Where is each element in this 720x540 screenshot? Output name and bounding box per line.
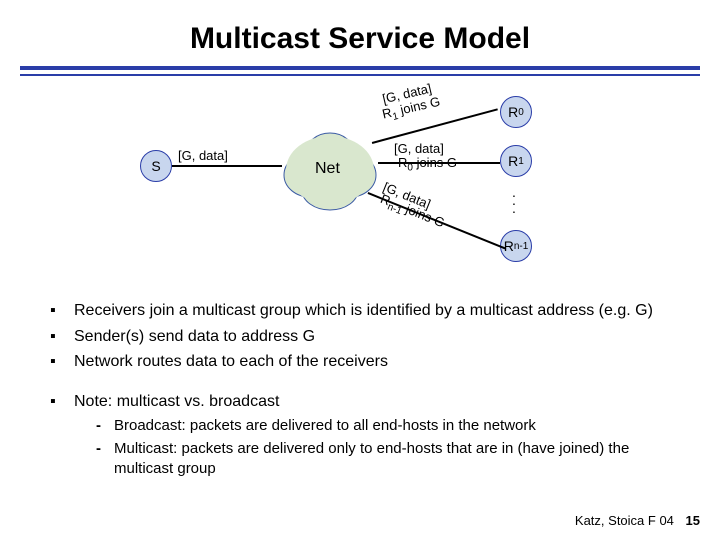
edge-s-net: [172, 165, 282, 167]
edge-net-r1-label-b: R0 joins G: [398, 155, 457, 174]
bullet-1: ▪Receivers join a multicast group which …: [50, 300, 680, 322]
receiver-node-1: R1: [500, 145, 532, 177]
bullet-marker: ▪: [50, 326, 74, 348]
edge-r1-b-post: joins G: [413, 155, 457, 170]
page-number: 15: [686, 513, 700, 528]
edge-net-r1-label-a: [G, data]: [394, 141, 444, 156]
receiver-node-n-sub: n-1: [514, 241, 528, 252]
footer-text: Katz, Stoica F 04: [575, 513, 674, 528]
footer: Katz, Stoica F 04 15: [0, 513, 700, 528]
bullet-marker: ▪: [50, 391, 74, 413]
spacer: [50, 377, 680, 391]
edge-s-net-label: [G, data]: [178, 148, 228, 163]
sub-bullet-2-text: Multicast: packets are delivered only to…: [114, 439, 680, 480]
sub-bullet-2: -Multicast: packets are delivered only t…: [96, 439, 680, 480]
bullet-2-text: Sender(s) send data to address G: [74, 326, 315, 348]
bullet-4: ▪Note: multicast vs. broadcast: [50, 391, 680, 413]
edge-r1-b-pre: R: [398, 155, 407, 170]
source-node: S: [140, 150, 172, 182]
diagram: Net S R0 R1 ... Rn-1 [G, data] [G, data]…: [120, 100, 600, 280]
receiver-node-1-base: R: [508, 153, 518, 169]
vertical-ellipsis: ...: [512, 188, 516, 212]
divider-thin: [20, 74, 700, 76]
receiver-node-1-sub: 1: [518, 156, 524, 167]
bullet-marker: ▪: [50, 351, 74, 373]
bullet-3-text: Network routes data to each of the recei…: [74, 351, 388, 373]
receiver-node-0-base: R: [508, 104, 518, 120]
bullet-marker: ▪: [50, 300, 74, 322]
divider-thick: [20, 66, 700, 70]
receiver-node-n: Rn-1: [500, 230, 532, 262]
source-node-label: S: [151, 158, 160, 174]
sub-bullet-marker: -: [96, 439, 114, 480]
bullet-1-text: Receivers join a multicast group which i…: [74, 300, 653, 322]
page-title: Multicast Service Model: [0, 22, 720, 56]
sub-bullet-1: -Broadcast: packets are delivered to all…: [96, 416, 680, 436]
bullet-4-text: Note: multicast vs. broadcast: [74, 391, 279, 413]
bullet-2: ▪Sender(s) send data to address G: [50, 326, 680, 348]
edge-rn-b-sub: n-1: [386, 202, 404, 218]
sub-bullet-list: -Broadcast: packets are delivered to all…: [96, 416, 680, 479]
net-label: Net: [315, 160, 340, 178]
sub-bullet-1-text: Broadcast: packets are delivered to all …: [114, 416, 536, 436]
receiver-node-0-sub: 0: [518, 107, 524, 118]
receiver-node-0: R0: [500, 96, 532, 128]
bullet-list: ▪Receivers join a multicast group which …: [50, 300, 680, 481]
bullet-3: ▪Network routes data to each of the rece…: [50, 351, 680, 373]
slide: Multicast Service Model Net S R0 R1: [0, 0, 720, 540]
receiver-node-n-base: R: [504, 238, 514, 254]
sub-bullet-marker: -: [96, 416, 114, 436]
